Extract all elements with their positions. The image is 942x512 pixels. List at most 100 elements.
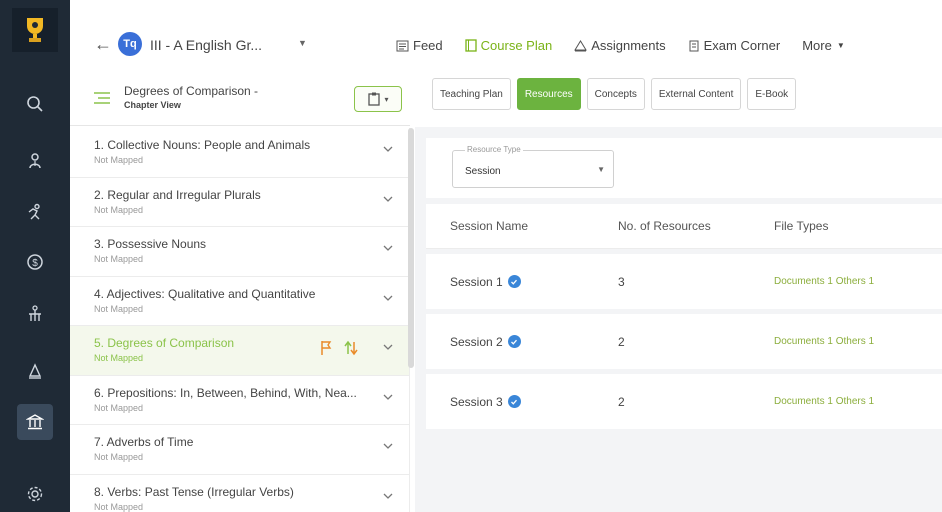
table-row[interactable]: Session 2 2 Documents 1 Others 1 <box>426 314 942 369</box>
file-types-link[interactable]: Documents 1 Others 1 <box>774 254 874 309</box>
chapter-name: 2. Regular and Irregular Plurals <box>94 187 261 202</box>
class-avatar: Tq <box>118 32 142 56</box>
chapter-status: Not Mapped <box>94 501 144 512</box>
move-icon[interactable] <box>344 340 358 356</box>
back-arrow-icon[interactable]: ← <box>94 34 112 55</box>
resource-count-cell: 2 <box>618 334 625 349</box>
view-toggle-caret-icon: ▾ <box>384 94 389 104</box>
chapter-panel-title: Degrees of Comparison - <box>124 84 259 98</box>
chevron-down-icon[interactable] <box>383 394 393 400</box>
assignments-icon <box>574 40 588 52</box>
settings-icon[interactable] <box>17 476 53 512</box>
search-icon[interactable] <box>17 86 53 122</box>
chapter-status: Not Mapped <box>94 254 144 264</box>
feed-icon <box>396 40 409 51</box>
chapter-status: Not Mapped <box>94 402 144 413</box>
svg-text:$: $ <box>32 258 38 269</box>
class-caret-icon[interactable]: ▼ <box>298 38 307 48</box>
left-rail: $ <box>0 0 70 512</box>
chapter-item[interactable]: 3. Possessive Nouns Not Mapped <box>70 227 409 277</box>
chapter-status: Not Mapped <box>94 303 144 314</box>
chapter-list: 1. Collective Nouns: People and Animals … <box>70 128 410 512</box>
resource-tabs: Teaching Plan Resources Concepts Externa… <box>432 78 802 110</box>
student-icon[interactable] <box>17 143 53 179</box>
view-toggle-button[interactable]: ▾ <box>354 86 402 112</box>
session-name-cell[interactable]: Session 2 <box>450 314 521 369</box>
chapter-name: 7. Adverbs of Time <box>94 435 194 449</box>
chevron-down-icon[interactable] <box>383 245 393 251</box>
column-header: No. of Resources <box>618 219 711 233</box>
chapter-item[interactable]: 1. Collective Nouns: People and Animals … <box>70 128 409 178</box>
top-nav: Feed Course Plan Assignments Exam Corner… <box>396 38 867 53</box>
activity-icon[interactable] <box>17 194 53 230</box>
fees-icon[interactable]: $ <box>17 244 53 280</box>
tab-resources[interactable]: Resources <box>516 78 581 110</box>
exam-corner-icon <box>689 40 699 52</box>
course-plan-icon <box>464 39 477 52</box>
list-menu-icon[interactable] <box>94 92 110 104</box>
nav-exam-corner[interactable]: Exam Corner <box>688 38 780 53</box>
app-root: $ ← Tq III - A English Gr... ▼ Feed Cour <box>0 0 942 512</box>
session-name-cell[interactable]: Session 1 <box>450 254 521 309</box>
column-header: File Types <box>774 219 829 233</box>
resource-count-cell: 2 <box>618 394 625 409</box>
chapter-panel-subtitle: Chapter View <box>124 100 181 110</box>
chapter-panel-header: Degrees of Comparison - Chapter View ▾ <box>70 72 410 126</box>
verified-icon <box>507 335 521 348</box>
chapter-item[interactable]: 7. Adverbs of Time Not Mapped <box>70 425 409 475</box>
file-types-link[interactable]: Documents 1 Others 1 <box>774 374 874 429</box>
chapter-name: 1. Collective Nouns: People and Animals <box>94 138 311 152</box>
file-types-link[interactable]: Documents 1 Others 1 <box>774 314 874 369</box>
nav-feed[interactable]: Feed <box>396 38 443 53</box>
chapter-list-scrollbar[interactable] <box>408 128 414 368</box>
tab-teaching-plan[interactable]: Teaching Plan <box>432 78 511 110</box>
announcement-icon[interactable] <box>17 353 53 389</box>
chapter-item[interactable]: 6. Prepositions: In, Between, Behind, Wi… <box>70 376 409 425</box>
trophy-logo-icon <box>27 18 43 42</box>
verified-icon <box>507 275 521 288</box>
chapter-status: Not Mapped <box>94 353 144 363</box>
resource-type-label: Resource Type <box>465 145 523 154</box>
chapter-item-selected[interactable]: 5. Degrees of Comparison Not Mapped <box>70 326 409 376</box>
clipboard-icon <box>368 92 381 106</box>
verified-icon <box>507 395 521 408</box>
chapter-name: 6. Prepositions: In, Between, Behind, Wi… <box>94 385 357 400</box>
academics-icon[interactable] <box>17 404 53 440</box>
chevron-down-icon[interactable] <box>383 196 393 202</box>
resource-type-select[interactable]: Resource Type Session ▼ <box>452 145 614 188</box>
chapter-item[interactable]: 4. Adjectives: Qualitative and Quantitat… <box>70 277 409 326</box>
class-selector[interactable]: III - A English Gr... <box>150 37 262 53</box>
flag-icon[interactable] <box>320 340 332 356</box>
chevron-down-icon: ▼ <box>597 165 605 174</box>
tab-concepts[interactable]: Concepts <box>586 78 645 110</box>
table-row[interactable]: Session 3 2 Documents 1 Others 1 <box>426 374 942 429</box>
chapter-name: 4. Adjectives: Qualitative and Quantitat… <box>94 286 316 301</box>
chapter-status: Not Mapped <box>94 204 144 215</box>
chapter-item[interactable]: 8. Verbs: Past Tense (Irregular Verbs) N… <box>70 475 409 512</box>
session-name-cell[interactable]: Session 3 <box>450 374 521 429</box>
chapter-status: Not Mapped <box>94 452 144 462</box>
table-header: Session Name No. of Resources File Types <box>426 204 942 249</box>
column-header: Session Name <box>450 219 529 233</box>
chevron-down-icon[interactable] <box>383 443 393 449</box>
tab-external-content[interactable]: External Content <box>650 78 742 110</box>
chevron-down-icon[interactable] <box>383 493 393 499</box>
nav-assignments[interactable]: Assignments <box>574 38 666 53</box>
table-row[interactable]: Session 1 3 Documents 1 Others 1 <box>426 254 942 309</box>
chevron-down-icon[interactable] <box>383 344 393 350</box>
nav-course-plan[interactable]: Course Plan <box>464 38 552 53</box>
app-logo[interactable] <box>12 8 58 52</box>
chevron-down-icon: ▼ <box>836 41 845 50</box>
organization-icon[interactable] <box>17 296 53 332</box>
sessions-table: Session Name No. of Resources File Types… <box>426 204 942 429</box>
nav-more[interactable]: More ▼ <box>802 38 845 53</box>
tab-e-book[interactable]: E-Book <box>747 78 797 110</box>
chapter-name: 5. Degrees of Comparison <box>94 336 235 350</box>
chevron-down-icon[interactable] <box>383 146 393 152</box>
chevron-down-icon[interactable] <box>383 295 393 301</box>
chapter-status: Not Mapped <box>94 155 144 165</box>
resource-count-cell: 3 <box>618 274 625 289</box>
chapter-item[interactable]: 2. Regular and Irregular Plurals Not Map… <box>70 178 409 227</box>
chapter-name: 3. Possessive Nouns <box>94 237 207 251</box>
top-header: ← Tq III - A English Gr... ▼ Feed Course… <box>70 0 942 70</box>
